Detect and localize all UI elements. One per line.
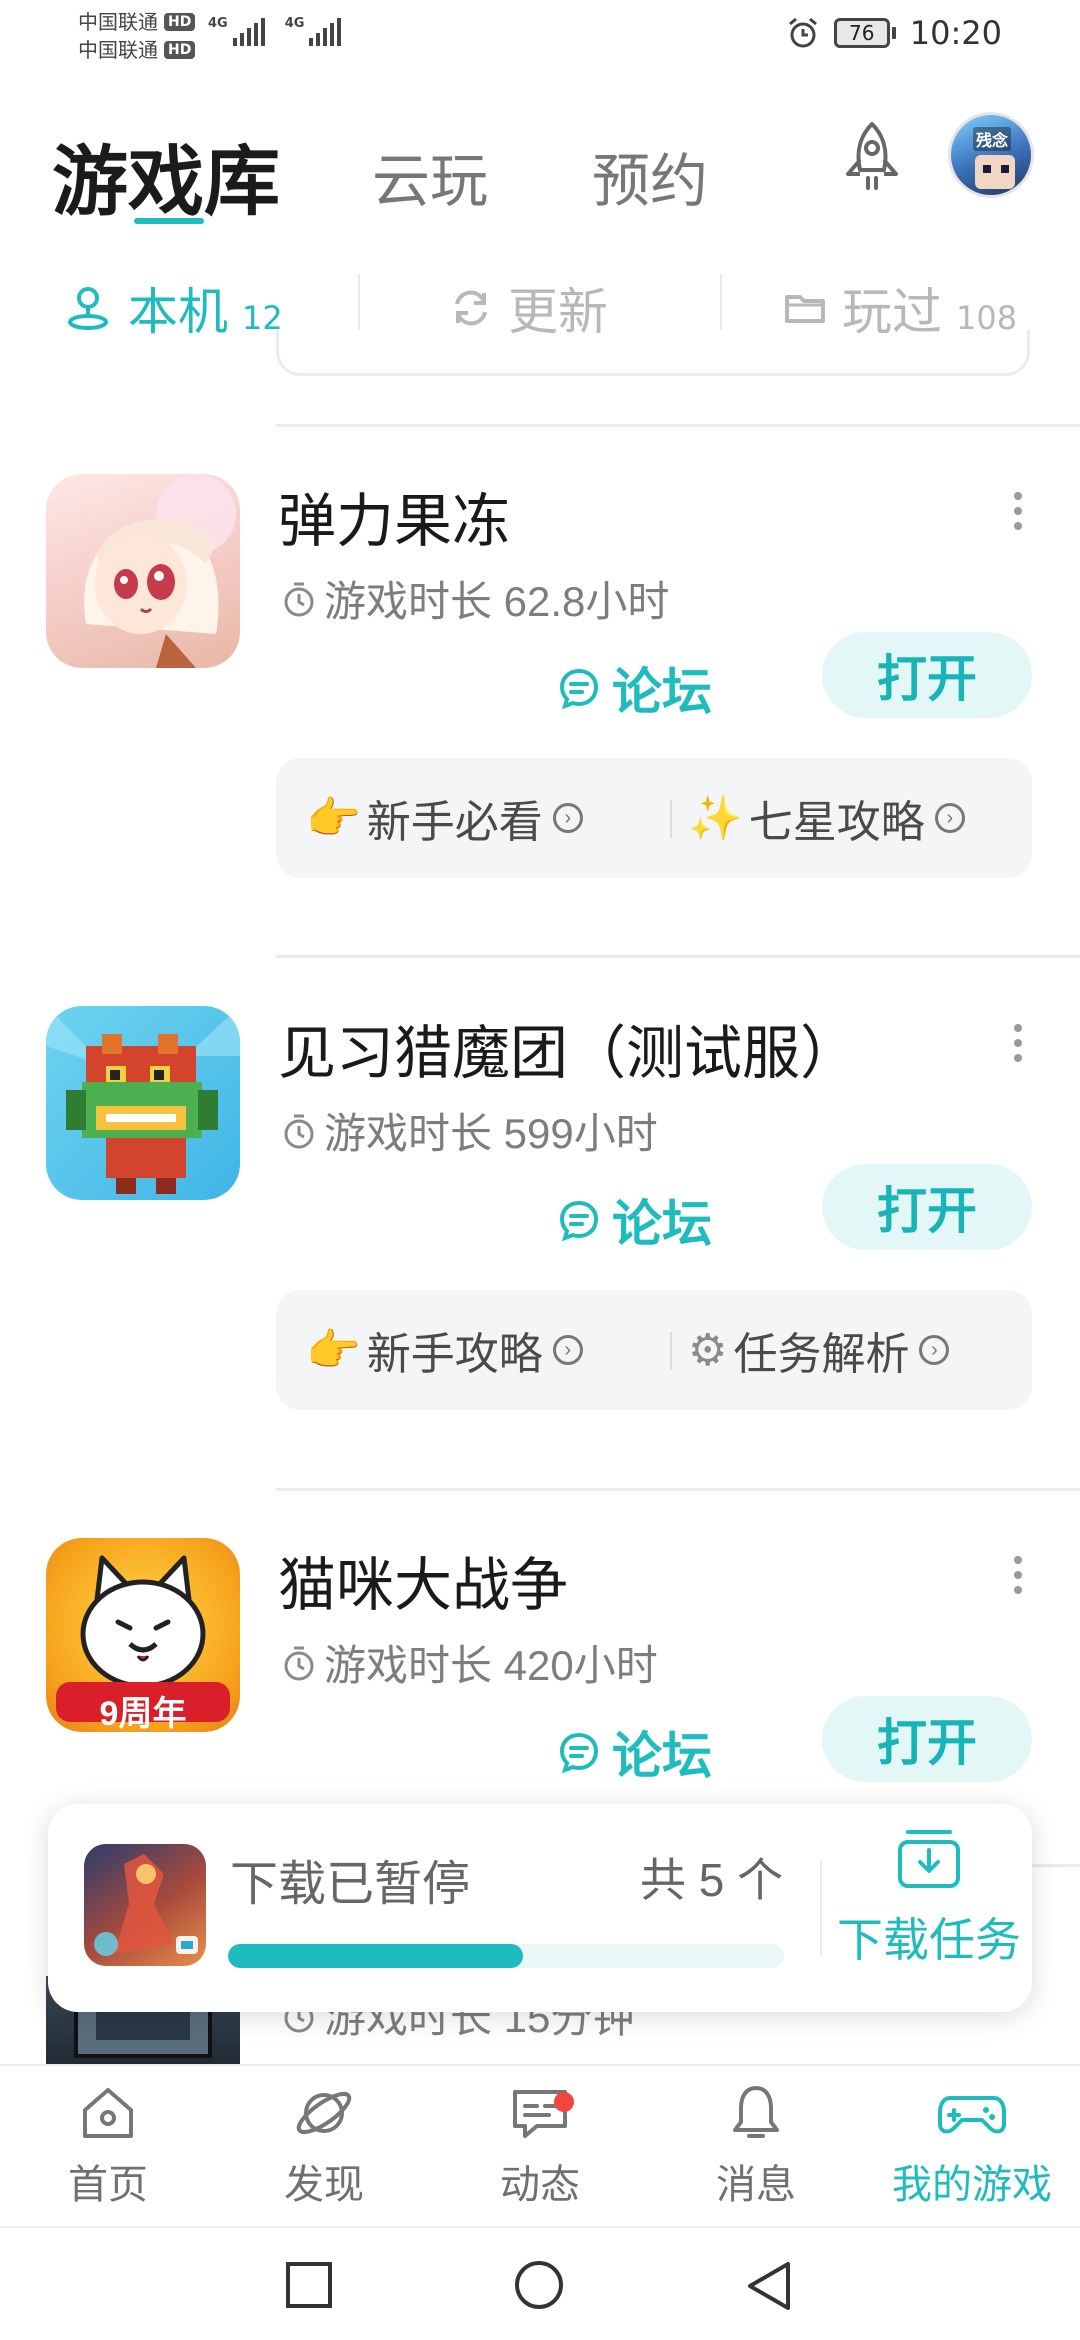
game-title[interactable]: 猫咪大战争 — [278, 1538, 568, 1622]
download-count: 共 5 个 — [640, 1854, 784, 1906]
download-status: 下载已暂停 — [230, 1858, 471, 1911]
guide-box: 👉 新手必看 › ✨ 七星攻略 › — [276, 758, 1032, 878]
tab-cloud-play[interactable]: 云玩 — [372, 134, 488, 218]
signal-icon: 4G — [208, 16, 265, 46]
divider — [358, 274, 360, 330]
avatar-tag: 残念 — [973, 127, 1012, 151]
open-button[interactable]: 打开 — [822, 1164, 1032, 1250]
chevron-right-icon: › — [919, 1335, 950, 1365]
divider — [720, 274, 722, 330]
nav-feed[interactable]: 动态 — [460, 2080, 620, 2210]
game-icon-battle-cats[interactable]: 9周年 — [46, 1538, 240, 1732]
bottom-nav: 首页 发现 动态 消息 我的游戏 — [0, 2064, 1080, 2224]
playtime: 游戏时长 420小时 — [282, 1632, 658, 1693]
signal-indicators: 4G 4G — [208, 16, 342, 46]
download-progress-fill — [228, 1944, 523, 1968]
timer-icon — [284, 582, 314, 616]
home-icon — [83, 2088, 133, 2138]
planet-icon — [296, 2091, 352, 2135]
subtab-local[interactable]: 本机 12 — [62, 272, 283, 344]
sparkles-icon: ✨ — [688, 794, 743, 843]
hd-badge: HD — [164, 13, 196, 31]
refresh-icon — [455, 290, 487, 326]
open-button[interactable]: 打开 — [822, 632, 1032, 718]
alarm-icon — [788, 17, 817, 48]
carrier-info: 中国联通 HD 中国联通 HD — [78, 8, 196, 64]
guide-link[interactable]: ⚙ 任务解析 › — [688, 1318, 950, 1382]
pointing-hand-icon: 👉 — [306, 794, 361, 843]
nav-discover[interactable]: 发现 — [244, 2080, 404, 2210]
game-title[interactable]: 弹力果冻 — [278, 474, 510, 558]
rocket-icon[interactable] — [832, 118, 912, 198]
forum-icon — [559, 1732, 599, 1773]
divider — [276, 1488, 1080, 1491]
home-circle-icon[interactable] — [512, 2260, 566, 2314]
previous-card-edge — [276, 330, 1030, 376]
hd-badge: HD — [164, 41, 196, 59]
clock: 10:20 — [909, 14, 1002, 52]
bell-icon — [733, 2086, 779, 2138]
gamepad-icon — [938, 2096, 1006, 2134]
chevron-right-icon: › — [934, 803, 965, 833]
back-triangle-icon[interactable] — [744, 2260, 794, 2314]
divider — [276, 424, 1080, 427]
more-options-icon[interactable] — [1014, 1556, 1022, 1601]
nav-home[interactable]: 首页 — [28, 2080, 188, 2210]
chevron-right-icon: › — [552, 1335, 583, 1365]
guide-link[interactable]: 👉 新手必看 › — [306, 786, 583, 850]
recent-apps-icon[interactable] — [284, 2260, 334, 2310]
divider — [820, 1860, 822, 1956]
system-nav-bar — [0, 2226, 1080, 2340]
pointing-hand-icon: 👉 — [306, 1326, 361, 1375]
game-title[interactable]: 见习猎魔团（测试服） — [278, 1006, 858, 1090]
more-options-icon[interactable] — [1014, 492, 1022, 537]
guide-box: 👉 新手攻略 › ⚙ 任务解析 › — [276, 1290, 1032, 1410]
folder-icon — [785, 295, 825, 323]
open-button[interactable]: 打开 — [822, 1696, 1032, 1782]
anniversary-badge: 9周年 — [99, 1695, 187, 1732]
status-bar: 中国联通 HD 中国联通 HD 4G 4G 76 10:20 — [0, 0, 1080, 72]
download-task-button[interactable]: 下载任务 — [834, 1828, 1024, 1970]
chat-icon — [513, 2090, 567, 2138]
download-progress — [228, 1944, 784, 1968]
battery-icon: 76 — [833, 18, 896, 48]
guide-link[interactable]: ✨ 七星攻略 › — [688, 786, 965, 850]
timer-icon — [284, 1114, 314, 1148]
forum-icon — [559, 668, 599, 709]
playtime: 游戏时长 599小时 — [282, 1100, 658, 1161]
download-tray-icon — [898, 1830, 960, 1888]
forum-link[interactable]: 论坛 — [558, 652, 712, 724]
tab-game-library[interactable]: 游戏库 — [52, 120, 280, 230]
forum-icon — [559, 1200, 599, 1241]
divider — [670, 800, 672, 838]
top-tabs: 游戏库 云玩 预约 残念 — [0, 100, 1080, 240]
timer-icon — [284, 1646, 314, 1680]
chevron-right-icon: › — [552, 803, 583, 833]
location-person-icon — [68, 287, 108, 330]
download-game-thumb — [84, 1844, 206, 1966]
notification-dot — [554, 2092, 574, 2112]
playtime: 游戏时长 62.8小时 — [282, 568, 669, 629]
divider — [276, 955, 1080, 958]
nav-my-games[interactable]: 我的游戏 — [892, 2080, 1052, 2210]
forum-link[interactable]: 论坛 — [558, 1184, 712, 1256]
active-tab-indicator — [134, 218, 204, 224]
carrier-2: 中国联通 — [78, 38, 158, 62]
nav-messages[interactable]: 消息 — [676, 2080, 836, 2210]
guide-link[interactable]: 👉 新手攻略 › — [306, 1318, 583, 1382]
gear-icon: ⚙ — [688, 1325, 728, 1375]
carrier-1: 中国联通 — [78, 10, 158, 34]
more-options-icon[interactable] — [1014, 1024, 1022, 1069]
tab-reserve[interactable]: 预约 — [592, 134, 708, 218]
download-bar[interactable]: 下载已暂停 共 5 个 下载任务 — [48, 1804, 1032, 2012]
signal-icon: 4G — [285, 16, 342, 46]
forum-link[interactable]: 论坛 — [558, 1716, 712, 1788]
game-icon-monster-hunter[interactable] — [46, 1006, 240, 1200]
divider — [670, 1332, 672, 1370]
game-icon-tanli[interactable] — [46, 474, 240, 668]
avatar[interactable]: 残念 — [948, 112, 1034, 198]
